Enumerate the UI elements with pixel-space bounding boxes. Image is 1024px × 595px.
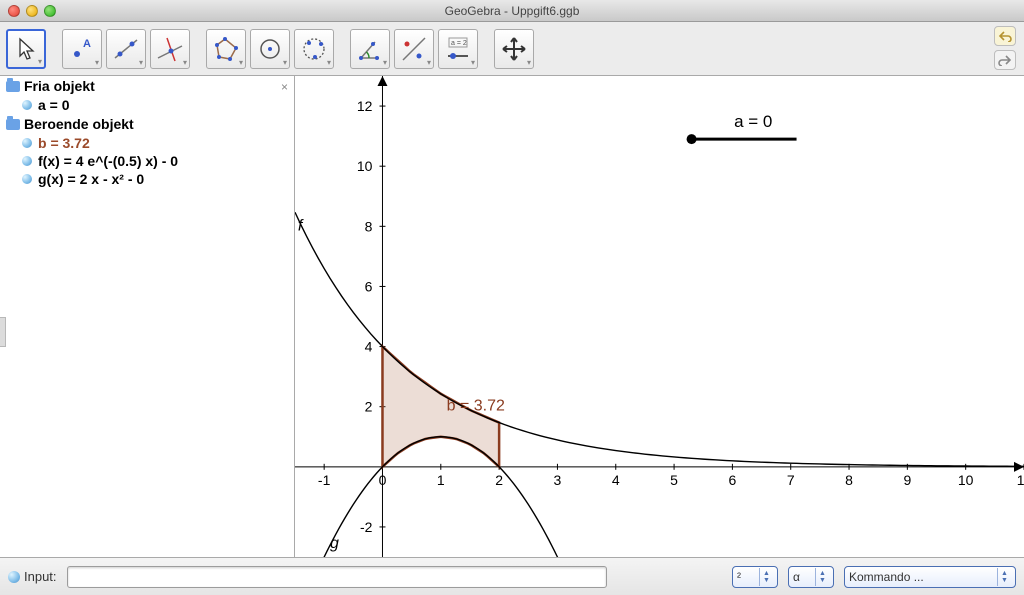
exponent-combo[interactable]: ² ▲▼	[732, 566, 778, 588]
resize-handle[interactable]	[0, 317, 6, 347]
free-objects-group[interactable]: Fria objekt	[0, 76, 294, 96]
bullet-icon	[22, 100, 32, 110]
tool-translate-view[interactable]: ▾	[494, 29, 534, 69]
tool-reflect[interactable]: ▾	[394, 29, 434, 69]
main-area: × Fria objekt a = 0 Beroende objekt b = …	[0, 76, 1024, 557]
svg-text:2: 2	[495, 472, 503, 488]
algebra-item-b[interactable]: b = 3.72	[0, 134, 294, 152]
svg-text:1: 1	[437, 472, 445, 488]
command-input[interactable]	[67, 566, 607, 588]
svg-text:8: 8	[365, 218, 373, 234]
folder-icon	[6, 81, 20, 92]
algebra-item-text: g(x) = 2 x - x² - 0	[38, 171, 144, 187]
tool-ellipse[interactable]: ▾	[294, 29, 334, 69]
exponent-combo-label: ²	[737, 570, 741, 584]
svg-text:0: 0	[379, 472, 387, 488]
toolbar: ▾ A ▾ ▾ ▾ ▾ ▾ ▾ ▾	[0, 22, 1024, 76]
combo-arrows-icon: ▲▼	[815, 568, 829, 586]
redo-button[interactable]	[994, 50, 1016, 70]
titlebar: GeoGebra - Uppgift6.ggb	[0, 0, 1024, 22]
svg-text:a = 2: a = 2	[451, 40, 467, 47]
svg-text:2: 2	[365, 399, 373, 415]
tool-slider[interactable]: a = 2 ▾	[438, 29, 478, 69]
tool-palette: ▾ A ▾ ▾ ▾ ▾ ▾ ▾ ▾	[6, 29, 534, 69]
svg-text:6: 6	[365, 278, 373, 294]
input-label-text: Input:	[24, 569, 57, 584]
undo-button[interactable]	[994, 26, 1016, 46]
svg-text:10: 10	[958, 472, 974, 488]
combo-arrows-icon: ▲▼	[759, 568, 773, 586]
free-objects-label: Fria objekt	[24, 78, 95, 94]
input-bar: Input: ² ▲▼ α ▲▼ Kommando ... ▲▼	[0, 557, 1024, 595]
svg-text:5: 5	[670, 472, 678, 488]
close-window-button[interactable]	[8, 5, 20, 17]
toolbar-right	[994, 26, 1016, 70]
svg-text:-1: -1	[318, 472, 331, 488]
bullet-icon	[22, 174, 32, 184]
plot-svg: -101234567891011-224681012fgb = 3.72a = …	[295, 76, 1024, 557]
minimize-window-button[interactable]	[26, 5, 38, 17]
alpha-combo-label: α	[793, 570, 800, 584]
svg-text:6: 6	[729, 472, 737, 488]
svg-text:-2: -2	[360, 519, 373, 535]
command-combo[interactable]: Kommando ... ▲▼	[844, 566, 1016, 588]
svg-text:11: 11	[1017, 472, 1024, 488]
dependent-objects-group[interactable]: Beroende objekt	[0, 114, 294, 134]
bullet-icon	[22, 138, 32, 148]
svg-text:A: A	[83, 38, 91, 50]
tool-point[interactable]: A ▾	[62, 29, 102, 69]
combo-arrows-icon: ▲▼	[997, 568, 1011, 586]
dependent-objects-label: Beroende objekt	[24, 116, 134, 132]
svg-text:g: g	[330, 535, 339, 552]
svg-text:f: f	[298, 217, 304, 234]
graphics-view[interactable]: -101234567891011-224681012fgb = 3.72a = …	[295, 76, 1024, 557]
svg-text:a = 0: a = 0	[734, 112, 772, 131]
svg-text:10: 10	[357, 158, 373, 174]
algebra-item-a[interactable]: a = 0	[0, 96, 294, 114]
algebra-item-g[interactable]: g(x) = 2 x - x² - 0	[0, 170, 294, 188]
tool-perpendicular[interactable]: ▾	[150, 29, 190, 69]
tool-polygon[interactable]: ▾	[206, 29, 246, 69]
algebra-item-text: a = 0	[38, 97, 70, 113]
svg-text:9: 9	[903, 472, 911, 488]
bullet-icon	[22, 156, 32, 166]
svg-text:3: 3	[554, 472, 562, 488]
algebra-item-f[interactable]: f(x) = 4 e^(-(0.5) x) - 0	[0, 152, 294, 170]
svg-text:4: 4	[365, 339, 373, 355]
tool-circle-center[interactable]: ▾	[250, 29, 290, 69]
input-label: Input:	[8, 569, 57, 584]
folder-icon	[6, 119, 20, 130]
svg-text:b = 3.72: b = 3.72	[447, 398, 505, 415]
zoom-window-button[interactable]	[44, 5, 56, 17]
algebra-item-text: b = 3.72	[38, 135, 90, 151]
svg-text:7: 7	[787, 472, 795, 488]
tool-angle[interactable]: ▾	[350, 29, 390, 69]
window-controls	[8, 5, 56, 17]
command-combo-label: Kommando ...	[849, 570, 924, 584]
close-icon[interactable]: ×	[281, 80, 288, 94]
tool-line[interactable]: ▾	[106, 29, 146, 69]
bullet-icon	[8, 571, 20, 583]
algebra-item-text: f(x) = 4 e^(-(0.5) x) - 0	[38, 153, 178, 169]
algebra-view[interactable]: × Fria objekt a = 0 Beroende objekt b = …	[0, 76, 295, 557]
svg-text:12: 12	[357, 98, 373, 114]
alpha-combo[interactable]: α ▲▼	[788, 566, 834, 588]
svg-text:8: 8	[845, 472, 853, 488]
svg-text:4: 4	[612, 472, 620, 488]
tool-move[interactable]: ▾	[6, 29, 46, 69]
